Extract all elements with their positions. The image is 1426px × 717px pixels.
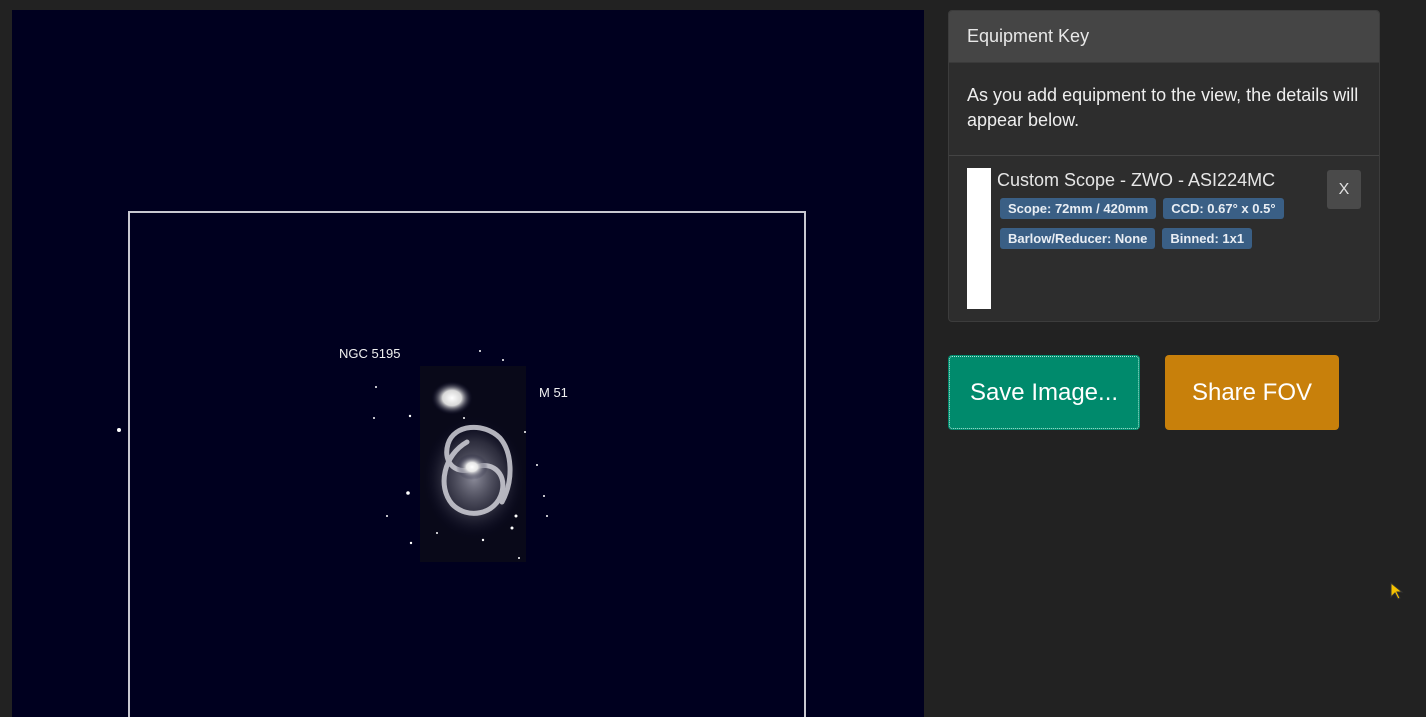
mouse-cursor-icon [1390,582,1404,600]
ccd-tag: CCD: 0.67° x 0.5° [1163,198,1284,219]
scope-tag: Scope: 72mm / 420mm [1000,198,1157,219]
ngc5195-core [431,381,473,415]
sky-viewer[interactable]: NGC 5195 M 51 [12,10,924,717]
remove-equipment-button[interactable]: X [1327,170,1361,209]
share-fov-button[interactable]: Share FOV [1165,355,1339,430]
equipment-tags: Scope: 72mm / 420mm CCD: 0.67° x 0.5° Bar… [1000,198,1300,258]
object-label-m51: M 51 [539,385,568,400]
save-image-button[interactable]: Save Image... [948,355,1140,430]
equipment-item: Custom Scope - ZWO - ASI224MC Scope: 72m… [949,156,1379,321]
sidebar: Equipment Key As you add equipment to th… [948,10,1380,430]
sky-image [117,211,806,717]
object-label-ngc5195: NGC 5195 [339,346,401,361]
binned-tag: Binned: 1x1 [1162,228,1253,249]
panel-description: As you add equipment to the view, the de… [949,63,1379,156]
equipment-name: Custom Scope - ZWO - ASI224MC [997,170,1276,190]
equipment-key-panel: Equipment Key As you add equipment to th… [948,10,1380,322]
equipment-color-swatch [967,168,991,309]
m51-core [456,454,488,480]
barlow-tag: Barlow/Reducer: None [1000,228,1156,249]
panel-title: Equipment Key [949,11,1379,63]
